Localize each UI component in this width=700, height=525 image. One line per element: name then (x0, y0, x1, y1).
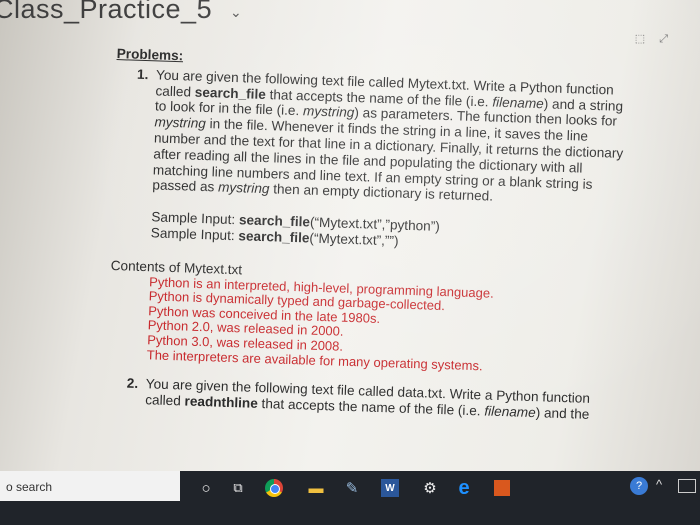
chevron-down-icon[interactable]: ⌄ (230, 4, 242, 21)
file-contents: Python is an interpreted, high-level, pr… (105, 273, 628, 378)
settings-icon[interactable]: ⚙ (418, 477, 442, 499)
question-1-number: 1. (136, 66, 149, 82)
window-controls: ⬚⤢ (635, 32, 682, 46)
question-2: 2. You are given the following text file… (103, 375, 624, 424)
q2-function-name: readnthline (184, 393, 259, 411)
sample-call: search_file (238, 228, 310, 246)
app-logo (494, 480, 510, 496)
q1-param-mystring: mystring (302, 103, 355, 121)
edge-icon[interactable]: e (452, 477, 476, 499)
q2-text-3: ) and the (535, 405, 590, 422)
window-title[interactable]: Class_Practice_5 (0, 0, 212, 25)
keyboard-icon[interactable] (678, 479, 696, 493)
question-1-text: You are given the following text file ca… (152, 67, 634, 209)
word-icon[interactable]: W (378, 477, 402, 499)
paint-icon[interactable]: ✎ (340, 477, 364, 499)
app-icon[interactable] (490, 477, 514, 499)
task-view-icon[interactable]: ⧉ (228, 477, 248, 499)
q1-mystring-3: mystring (217, 179, 270, 197)
question-2-text: You are given the following text file ca… (145, 376, 624, 423)
file-explorer-icon[interactable]: ▬ (304, 477, 328, 499)
q1-function-name: search_file (194, 84, 267, 102)
cortana-icon[interactable]: ○ (196, 477, 216, 499)
search-label: o search (6, 480, 53, 494)
window-titlebar: Class_Practice_5 ⌄ ⬚⤢ (0, 0, 700, 45)
chrome-logo (265, 479, 283, 497)
sample-call: search_file (238, 212, 311, 230)
question-1: 1. You are given the following text file… (110, 66, 634, 210)
sample-inputs: Sample Input: search_file(“Mytext.txt”,”… (109, 208, 630, 257)
screen: Class_Practice_5 ⌄ ⬚⤢ Problems: 1. You a… (0, 0, 700, 525)
sample-args: (“Mytext.txt”,””) (309, 230, 399, 249)
q1-param-filename: filename (492, 94, 545, 111)
tray-expand-icon[interactable]: ^ (656, 477, 662, 492)
question-2-number: 2. (126, 375, 139, 392)
q2-param-filename: filename (484, 403, 536, 421)
taskbar: o search ○ ⧉ ▬ ✎ W ⚙ e ? ^ (0, 471, 700, 525)
word-logo: W (381, 479, 399, 497)
document-page: Problems: 1. You are given the following… (103, 46, 635, 424)
page-view-icon[interactable]: ⬚ (635, 33, 659, 45)
chrome-icon[interactable] (262, 477, 286, 499)
q1-mystring-2: mystring (154, 114, 207, 132)
search-box[interactable]: o search (0, 471, 180, 501)
sample-prefix: Sample Input: (151, 209, 240, 228)
sample-prefix: Sample Input: (150, 225, 239, 244)
help-icon[interactable]: ? (630, 477, 648, 495)
expand-icon[interactable]: ⤢ (659, 33, 682, 45)
